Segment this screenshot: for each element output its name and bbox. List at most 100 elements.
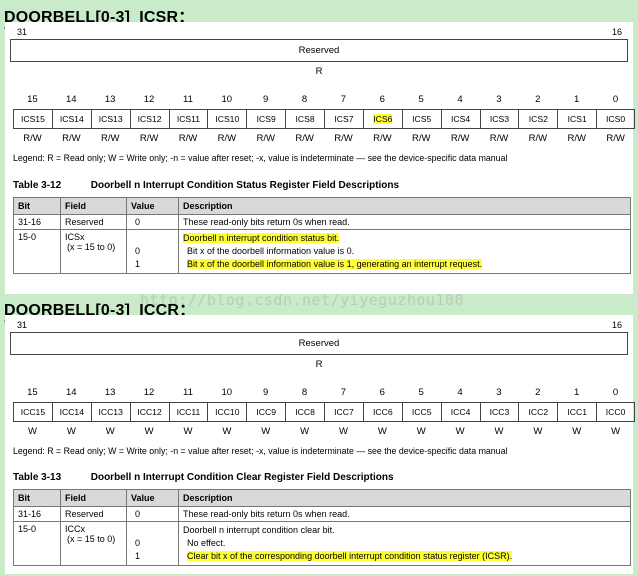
cell-field: Reserved [60, 214, 127, 230]
access-label: R/W [567, 133, 586, 144]
access-label: R/W [528, 133, 548, 144]
cell-bit: 31-16 [13, 506, 61, 522]
cell-value: 0 1 [126, 229, 179, 274]
access-label: R/W [100, 133, 120, 144]
bit-number-label: 14 [66, 94, 77, 105]
access-label: W [300, 426, 310, 437]
value-0: 0 [135, 538, 141, 548]
bit-number-label: 10 [221, 387, 233, 398]
bit-number-label: 9 [263, 94, 269, 105]
register-field-label: ICS8 [295, 114, 315, 124]
register-field-label: ICS10 [215, 114, 240, 124]
access-label: R/W [411, 133, 431, 144]
register-field-label: ICC3 [489, 407, 510, 417]
table-caption: Doorbell n Interrupt Condition Status Re… [90, 180, 400, 191]
field-range: (x = 15 to 0) [67, 242, 116, 252]
access-label: W [261, 426, 271, 437]
cell-field: Reserved [60, 506, 127, 522]
col-value: Value [126, 489, 179, 507]
register-field-label: ICC12 [137, 407, 162, 417]
icsr-panel: 31 16 Reserved R 15 14 13 12 11 10 9 8 7 6 5 4 3 2 1 0 … [5, 22, 635, 294]
access-label: R/W [489, 133, 509, 144]
table-header-row: Bit Field Value Description [13, 489, 631, 507]
register-field-cell: ICS9 [246, 109, 286, 129]
bit-31-label: 31 [17, 27, 28, 37]
access-label: R/W [450, 133, 470, 144]
iccr-panel: 31 16 Reserved R 15 14 13 12 11 10 9 8 7 6 5 4 3 2 1 0 … [5, 315, 635, 574]
register-field-label: ICS3 [489, 114, 509, 124]
value-blank [135, 524, 174, 537]
register-field-label: ICC1 [567, 407, 587, 417]
cell-description: Doorbell n interrupt condition clear bit… [178, 521, 631, 566]
register-field-label: ICS9 [256, 114, 276, 124]
bit-number-label: 6 [379, 387, 385, 398]
access-label: W [105, 426, 115, 437]
bit-number-label: 15 [27, 94, 38, 105]
field-range: (x = 15 to 0) [67, 534, 116, 544]
value-blank [135, 232, 174, 245]
access-label: W [572, 426, 582, 437]
desc-main: Doorbell n interrupt condition status bi… [183, 233, 340, 243]
value-1: 1 [135, 259, 141, 269]
register-field-cell: ICC4 [440, 402, 480, 422]
col-bit: Bit [13, 489, 61, 507]
register-field-label: ICS0 [606, 114, 626, 124]
register-field-cell: ICC11 [168, 402, 208, 422]
bit-number-label: 1 [574, 94, 580, 105]
register-field-label: ICC7 [334, 407, 354, 417]
bit-number-label: 3 [496, 94, 502, 105]
access-label: W [66, 426, 76, 437]
access-label: W [27, 426, 37, 437]
cell-bit: 15-0 [13, 229, 61, 274]
register-field-cell: ICS5 [401, 109, 441, 129]
register-field-cell: ICS6 [362, 109, 402, 129]
access-label: R/W [139, 133, 159, 144]
register-field-cell: ICS11 [168, 109, 208, 129]
register-field-cell: ICC1 [557, 402, 597, 422]
table-caption: Doorbell n Interrupt Condition Clear Reg… [90, 472, 394, 483]
register-field-cell: ICC3 [479, 402, 519, 422]
col-value: Value [126, 197, 179, 215]
register-field-cell: ICC7 [324, 402, 363, 422]
access-label: W [222, 426, 232, 437]
table-row: 31-16 Reserved 0 These read-only bits re… [13, 214, 631, 230]
desc-1: Clear bit x of the corresponding doorbel… [187, 551, 513, 561]
register-field-cell: ICS15 [13, 109, 52, 129]
icsr-legend: Legend: R = Read only; W = Write only; -… [13, 153, 508, 163]
register-field-label: ICC9 [256, 407, 276, 417]
register-field-cell: ICC13 [90, 402, 130, 422]
bit-number-label: 6 [379, 94, 385, 105]
bit-number-label: 4 [457, 94, 463, 105]
cell-value: 0 1 [126, 521, 179, 566]
cell-bit: 15-0 [13, 521, 61, 566]
col-field: Field [60, 489, 127, 507]
bit-number-label: 10 [221, 94, 233, 105]
table-number: Table 3-13 [13, 472, 62, 483]
register-field-cell: ICS1 [557, 109, 597, 129]
register-field-label: ICC8 [295, 407, 315, 417]
col-field: Field [60, 197, 127, 215]
register-field-cell: ICC2 [518, 402, 558, 422]
access-label: W [416, 426, 426, 437]
access-label: R/W [295, 133, 314, 144]
bit-31-label: 31 [17, 320, 28, 330]
desc-0: Bit x of the doorbell information value … [187, 246, 355, 256]
col-bit: Bit [13, 197, 61, 215]
reserved-field: Reserved [10, 39, 628, 62]
access-label: W [338, 426, 348, 437]
register-field-label: ICS12 [137, 114, 162, 124]
register-field-label: ICC5 [411, 407, 432, 417]
cell-value: 0 [126, 214, 179, 230]
bit-number-label: 8 [301, 94, 308, 105]
reserved-label: Reserved [298, 338, 340, 349]
table-row: 15-0 ICSx (x = 15 to 0) 0 1 Doorbell n i… [13, 229, 631, 274]
icsr-bit-numbers: 15 14 13 12 11 10 9 8 7 6 5 4 3 2 1 0 [13, 94, 635, 106]
register-field-cell: ICS10 [207, 109, 247, 129]
cell-field: ICCx (x = 15 to 0) [60, 521, 127, 566]
register-field-cell: ICC10 [207, 402, 247, 422]
register-field-label: ICS11 [176, 114, 201, 124]
bit-16-label: 16 [612, 27, 623, 37]
register-field-label: ICC6 [373, 407, 393, 417]
access-label: R/W [217, 133, 237, 144]
bit-number-label: 2 [535, 94, 541, 105]
